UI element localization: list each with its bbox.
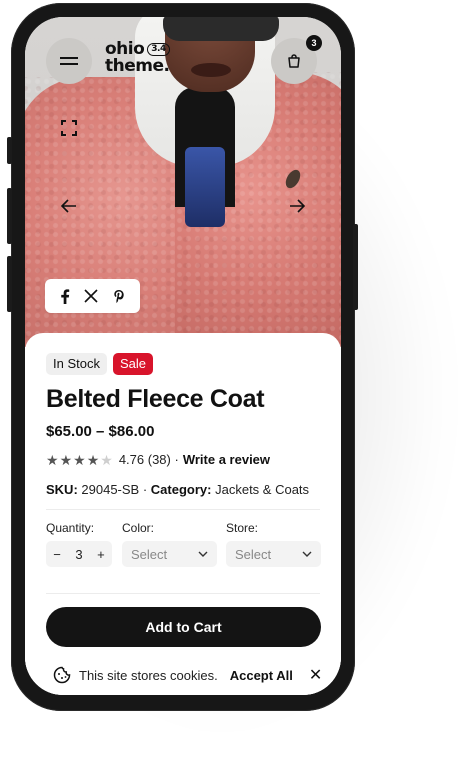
chevron-down-icon	[198, 551, 208, 557]
divider	[46, 593, 320, 594]
product-title: Belted Fleece Coat	[46, 385, 265, 413]
plus-icon[interactable]: +	[97, 547, 105, 562]
mute-switch	[7, 137, 12, 164]
cookie-banner: This site stores cookies. Accept All ✕	[25, 655, 341, 695]
minus-icon[interactable]: −	[53, 547, 61, 562]
write-review-link[interactable]: Write a review	[183, 452, 270, 467]
color-label: Color:	[122, 521, 155, 535]
category-link[interactable]: Jackets & Coats	[215, 482, 309, 497]
rating-row: ★ ★ ★ ★ ★ 4.76 (38) · Write a review	[46, 451, 271, 468]
accept-all-button[interactable]: Accept All	[230, 668, 293, 683]
star-icon: ★	[59, 451, 73, 468]
category-label: Category:	[150, 482, 212, 497]
star-icon: ★	[86, 451, 100, 468]
logo-version: 3.4	[147, 43, 170, 56]
badges: In Stock Sale	[46, 353, 153, 375]
expand-icon[interactable]	[61, 120, 77, 136]
product-details: In Stock Sale Belted Fleece Coat $65.00 …	[25, 333, 341, 695]
store-select[interactable]: Select	[226, 541, 321, 567]
store-label: Store:	[226, 521, 259, 535]
cart-count-badge: 3	[306, 35, 322, 51]
rating-stars: ★ ★ ★ ★ ★	[46, 453, 113, 467]
pinterest-icon[interactable]	[113, 289, 125, 304]
facebook-icon[interactable]	[60, 288, 70, 304]
stock-badge: In Stock	[46, 353, 107, 375]
cookie-message: This site stores cookies.	[79, 667, 218, 683]
color-select[interactable]: Select	[122, 541, 217, 567]
lips	[191, 63, 231, 77]
menu-button[interactable]	[46, 38, 92, 84]
sunglasses	[163, 17, 279, 41]
rating-count: (38)	[147, 452, 171, 467]
bag-icon	[288, 54, 300, 68]
product-price: $65.00 – $86.00	[46, 423, 155, 440]
logo-word-2: theme.	[105, 56, 170, 76]
store-select-value: Select	[235, 546, 272, 562]
add-to-cart-button[interactable]: Add to Cart	[46, 607, 321, 647]
x-icon[interactable]	[84, 289, 99, 303]
arrow-right-icon[interactable]	[289, 199, 305, 213]
power-button	[353, 224, 358, 310]
close-icon[interactable]: ✕	[309, 665, 322, 685]
volume-up-button	[7, 188, 12, 244]
sku-value: 29045-SB	[81, 482, 140, 497]
chevron-down-icon	[302, 551, 312, 557]
quantity-value[interactable]: 3	[75, 547, 82, 562]
arrow-left-icon[interactable]	[61, 199, 77, 213]
star-icon: ★	[73, 451, 86, 468]
star-empty-icon: ★	[100, 451, 113, 468]
share-buttons	[45, 279, 140, 313]
color-select-value: Select	[131, 546, 168, 562]
phone-screen: ohio 3.4 theme. 3 In Stock Sale Belted F…	[25, 17, 341, 695]
quantity-label: Quantity:	[46, 521, 95, 535]
quantity-stepper: − 3 +	[46, 541, 112, 567]
menu-icon	[60, 57, 78, 65]
divider	[46, 509, 320, 510]
product-meta: SKU: 29045-SB · Category: Jackets & Coat…	[46, 482, 310, 497]
shirt	[185, 147, 225, 227]
volume-down-button	[7, 256, 12, 312]
sale-badge: Sale	[112, 353, 153, 375]
rating-value: 4.76	[118, 452, 145, 467]
star-icon: ★	[46, 451, 59, 468]
cookie-icon	[53, 666, 71, 684]
sku-label: SKU:	[46, 482, 78, 497]
logo[interactable]: ohio 3.4 theme.	[105, 41, 170, 75]
